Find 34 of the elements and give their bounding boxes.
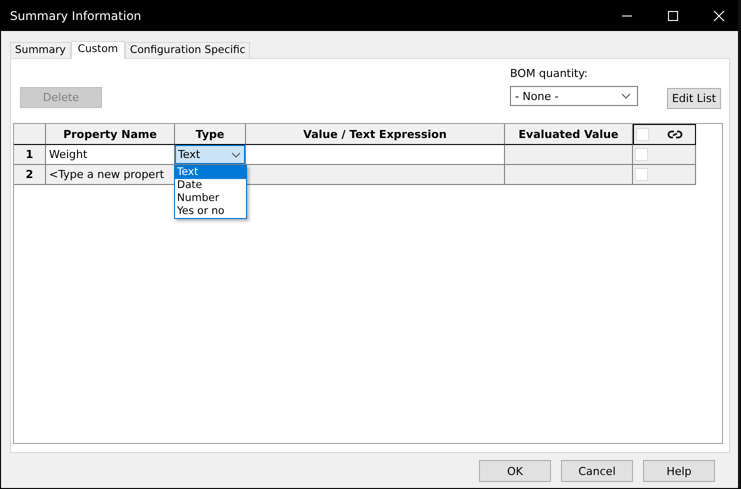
dialog-button[interactable]: Cancel <box>561 460 633 482</box>
dropdown-option[interactable]: Date <box>175 179 246 192</box>
row-number: 1 <box>14 145 46 165</box>
dialog-button[interactable]: OK <box>479 460 551 482</box>
dropdown-option[interactable]: Yes or no <box>175 205 246 218</box>
column-header: Property Name <box>46 124 175 145</box>
window-title: Summary Information <box>10 8 142 22</box>
column-header: Type <box>175 124 246 145</box>
tab[interactable]: Configuration Specific <box>124 42 250 58</box>
checkbox[interactable] <box>635 148 648 161</box>
close-icon[interactable] <box>713 10 725 22</box>
bom-quantity-dropdown[interactable]: - None - <box>510 86 638 106</box>
column-header: Value / Text Expression <box>246 124 505 145</box>
edit-list-button[interactable]: Edit List <box>667 88 721 109</box>
chevron-down-icon <box>621 93 631 99</box>
tab[interactable]: Summary <box>10 42 71 58</box>
value-cell[interactable] <box>246 145 505 165</box>
value-cell[interactable] <box>246 165 505 185</box>
property-name-cell[interactable]: <Type a new propert <box>46 165 175 185</box>
checkbox[interactable] <box>636 128 649 141</box>
chevron-down-icon <box>231 152 241 158</box>
maximize-icon[interactable] <box>667 10 679 22</box>
link-icon[interactable] <box>667 130 683 139</box>
column-header: Evaluated Value <box>505 124 633 145</box>
dropdown-option[interactable]: Number <box>175 192 246 205</box>
checkbox[interactable] <box>635 168 648 181</box>
tab[interactable]: Custom <box>70 41 125 59</box>
corner-cell <box>14 124 46 145</box>
row-number: 2 <box>14 165 46 185</box>
dialog-button[interactable]: Help <box>643 460 715 482</box>
property-name-cell[interactable]: Weight <box>46 145 175 165</box>
dropdown-option[interactable]: Text <box>175 166 246 179</box>
bom-quantity-label: BOM quantity: <box>510 67 589 80</box>
type-dropdown[interactable]: Text <box>175 145 245 164</box>
